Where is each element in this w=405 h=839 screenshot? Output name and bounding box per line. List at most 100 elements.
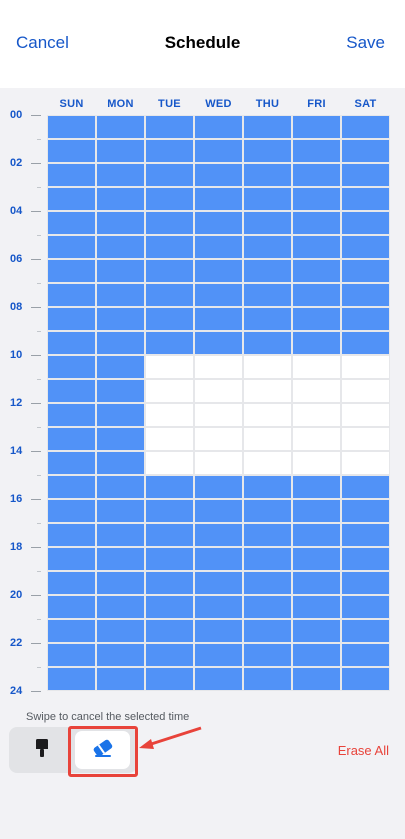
time-slot-wed-3[interactable]	[195, 188, 242, 210]
time-slot-tue-6[interactable]	[146, 260, 193, 282]
time-slot-sat-10[interactable]	[342, 356, 389, 378]
time-slot-tue-19[interactable]	[146, 572, 193, 594]
time-slot-tue-7[interactable]	[146, 284, 193, 306]
time-slot-fri-18[interactable]	[293, 548, 340, 570]
time-slot-wed-14[interactable]	[195, 452, 242, 474]
time-slot-sun-8[interactable]	[48, 308, 95, 330]
time-slot-mon-9[interactable]	[97, 332, 144, 354]
time-slot-sun-6[interactable]	[48, 260, 95, 282]
time-slot-sat-14[interactable]	[342, 452, 389, 474]
time-slot-thu-7[interactable]	[244, 284, 291, 306]
time-slot-sun-19[interactable]	[48, 572, 95, 594]
time-slot-sat-11[interactable]	[342, 380, 389, 402]
time-slot-sun-7[interactable]	[48, 284, 95, 306]
time-slot-mon-13[interactable]	[97, 428, 144, 450]
time-slot-thu-21[interactable]	[244, 620, 291, 642]
time-slot-wed-1[interactable]	[195, 140, 242, 162]
time-slot-fri-6[interactable]	[293, 260, 340, 282]
time-slot-mon-22[interactable]	[97, 644, 144, 666]
time-slot-sat-19[interactable]	[342, 572, 389, 594]
time-slot-thu-23[interactable]	[244, 668, 291, 690]
time-slot-mon-16[interactable]	[97, 500, 144, 522]
time-slot-tue-15[interactable]	[146, 476, 193, 498]
time-slot-wed-22[interactable]	[195, 644, 242, 666]
time-slot-sun-14[interactable]	[48, 452, 95, 474]
time-slot-thu-3[interactable]	[244, 188, 291, 210]
time-slot-thu-6[interactable]	[244, 260, 291, 282]
time-slot-mon-8[interactable]	[97, 308, 144, 330]
time-slot-wed-17[interactable]	[195, 524, 242, 546]
time-slot-sun-16[interactable]	[48, 500, 95, 522]
time-slot-fri-15[interactable]	[293, 476, 340, 498]
time-slot-thu-14[interactable]	[244, 452, 291, 474]
time-slot-sat-7[interactable]	[342, 284, 389, 306]
time-slot-sat-18[interactable]	[342, 548, 389, 570]
time-slot-thu-22[interactable]	[244, 644, 291, 666]
time-slot-wed-18[interactable]	[195, 548, 242, 570]
time-slot-thu-10[interactable]	[244, 356, 291, 378]
time-slot-fri-16[interactable]	[293, 500, 340, 522]
time-slot-thu-20[interactable]	[244, 596, 291, 618]
time-slot-tue-21[interactable]	[146, 620, 193, 642]
time-slot-thu-2[interactable]	[244, 164, 291, 186]
time-slot-tue-3[interactable]	[146, 188, 193, 210]
time-slot-tue-22[interactable]	[146, 644, 193, 666]
time-slot-sat-22[interactable]	[342, 644, 389, 666]
time-slot-mon-10[interactable]	[97, 356, 144, 378]
time-slot-wed-0[interactable]	[195, 116, 242, 138]
time-slot-mon-2[interactable]	[97, 164, 144, 186]
time-slot-mon-18[interactable]	[97, 548, 144, 570]
time-slot-tue-16[interactable]	[146, 500, 193, 522]
time-slot-sun-0[interactable]	[48, 116, 95, 138]
time-slot-fri-2[interactable]	[293, 164, 340, 186]
time-slot-sun-10[interactable]	[48, 356, 95, 378]
time-slot-thu-18[interactable]	[244, 548, 291, 570]
time-slot-wed-19[interactable]	[195, 572, 242, 594]
time-slot-fri-10[interactable]	[293, 356, 340, 378]
time-slot-thu-16[interactable]	[244, 500, 291, 522]
time-slot-sun-15[interactable]	[48, 476, 95, 498]
time-slot-wed-21[interactable]	[195, 620, 242, 642]
time-slot-sat-16[interactable]	[342, 500, 389, 522]
time-slot-thu-17[interactable]	[244, 524, 291, 546]
time-slot-sun-3[interactable]	[48, 188, 95, 210]
time-slot-tue-0[interactable]	[146, 116, 193, 138]
time-slot-fri-0[interactable]	[293, 116, 340, 138]
time-slot-thu-11[interactable]	[244, 380, 291, 402]
time-slot-wed-20[interactable]	[195, 596, 242, 618]
time-slot-wed-13[interactable]	[195, 428, 242, 450]
time-slot-sun-17[interactable]	[48, 524, 95, 546]
time-slot-tue-18[interactable]	[146, 548, 193, 570]
time-slot-wed-7[interactable]	[195, 284, 242, 306]
time-slot-sat-9[interactable]	[342, 332, 389, 354]
time-slot-mon-12[interactable]	[97, 404, 144, 426]
time-slot-sat-0[interactable]	[342, 116, 389, 138]
time-slot-sat-23[interactable]	[342, 668, 389, 690]
time-slot-tue-2[interactable]	[146, 164, 193, 186]
time-slot-fri-14[interactable]	[293, 452, 340, 474]
time-slot-tue-8[interactable]	[146, 308, 193, 330]
time-slot-wed-6[interactable]	[195, 260, 242, 282]
time-slot-fri-21[interactable]	[293, 620, 340, 642]
time-slot-sun-2[interactable]	[48, 164, 95, 186]
time-slot-wed-23[interactable]	[195, 668, 242, 690]
time-slot-mon-15[interactable]	[97, 476, 144, 498]
time-slot-sun-1[interactable]	[48, 140, 95, 162]
time-slot-mon-1[interactable]	[97, 140, 144, 162]
time-slot-sat-1[interactable]	[342, 140, 389, 162]
brush-tool-button[interactable]	[14, 731, 69, 769]
time-slot-sun-22[interactable]	[48, 644, 95, 666]
time-slot-sun-12[interactable]	[48, 404, 95, 426]
time-slot-tue-17[interactable]	[146, 524, 193, 546]
save-button[interactable]: Save	[346, 33, 385, 53]
time-slot-sat-12[interactable]	[342, 404, 389, 426]
time-slot-sat-3[interactable]	[342, 188, 389, 210]
time-slot-thu-1[interactable]	[244, 140, 291, 162]
time-slot-wed-15[interactable]	[195, 476, 242, 498]
time-slot-mon-0[interactable]	[97, 116, 144, 138]
time-slot-wed-8[interactable]	[195, 308, 242, 330]
time-slot-mon-3[interactable]	[97, 188, 144, 210]
time-slot-mon-6[interactable]	[97, 260, 144, 282]
time-slot-thu-19[interactable]	[244, 572, 291, 594]
time-slot-mon-5[interactable]	[97, 236, 144, 258]
